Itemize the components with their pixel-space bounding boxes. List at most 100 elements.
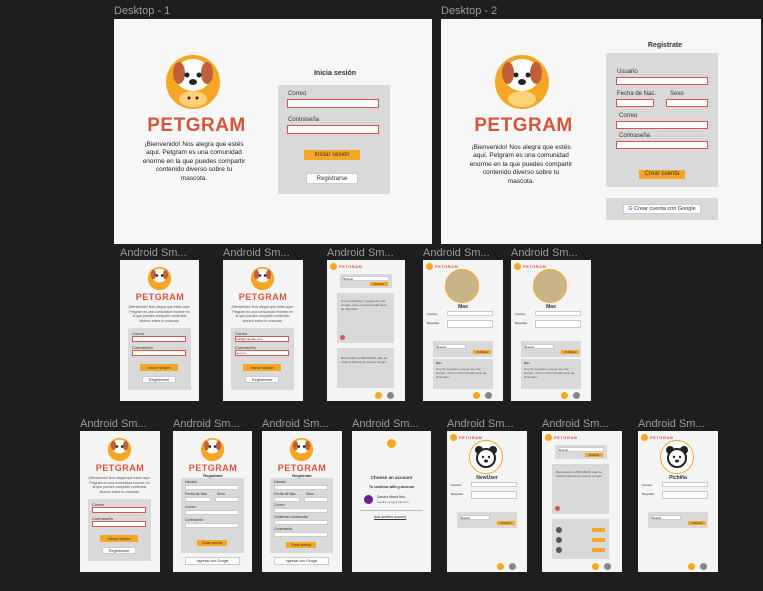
- follow-button[interactable]: [592, 548, 605, 552]
- follow-button[interactable]: [592, 538, 605, 542]
- search-input[interactable]: Buscar: [651, 515, 681, 520]
- home-icon[interactable]: [561, 392, 568, 399]
- add-account-link[interactable]: Add another account: [374, 515, 406, 519]
- frame-label-desktop-2[interactable]: Desktop - 2: [441, 5, 497, 17]
- frame-label-android[interactable]: Android Sm...: [447, 418, 514, 430]
- password-field[interactable]: [185, 523, 239, 528]
- google-icon: G: [628, 206, 633, 212]
- register-button[interactable]: Registrarse: [102, 547, 136, 554]
- bio-field[interactable]: [535, 320, 581, 328]
- frame-label-android[interactable]: Android Sm...: [262, 418, 329, 430]
- email-field[interactable]: mail@example.com: [235, 336, 289, 342]
- password-field[interactable]: [287, 125, 379, 134]
- home-icon[interactable]: [375, 392, 382, 399]
- frame-label-android[interactable]: Android Sm...: [223, 247, 290, 259]
- publish-button[interactable]: Publicar: [370, 282, 388, 286]
- profile-icon[interactable]: [700, 563, 707, 570]
- frame-label-android[interactable]: Android Sm...: [327, 247, 394, 259]
- search-input[interactable]: Buscar: [558, 447, 604, 452]
- password-label: Contraseña: [185, 518, 204, 522]
- profile-icon[interactable]: [387, 392, 394, 399]
- username-field[interactable]: [662, 482, 708, 487]
- username-field[interactable]: [447, 311, 493, 316]
- publish-button[interactable]: Publicar: [473, 350, 491, 354]
- password-field[interactable]: [616, 141, 708, 149]
- user-field[interactable]: [185, 485, 239, 490]
- frame-label-android[interactable]: Android Sm...: [352, 418, 419, 430]
- heart-icon[interactable]: [555, 506, 560, 511]
- user-label: Usuario: [274, 480, 287, 484]
- email-field[interactable]: [185, 510, 239, 515]
- frame-label-android[interactable]: Android Sm...: [80, 418, 147, 430]
- publish-button[interactable]: Publicar: [497, 521, 515, 525]
- bio-field[interactable]: [447, 320, 493, 328]
- frame-label-android[interactable]: Android Sm...: [120, 247, 187, 259]
- profile-icon[interactable]: [604, 563, 611, 570]
- profile-icon[interactable]: [509, 563, 516, 570]
- bio-field[interactable]: [471, 491, 517, 499]
- register-button[interactable]: Registrarse: [245, 376, 279, 383]
- frame-label-android[interactable]: Android Sm...: [173, 418, 240, 430]
- login-button[interactable]: Iniciar sesión: [243, 364, 281, 371]
- birth-field[interactable]: [185, 497, 211, 502]
- user-field[interactable]: [616, 77, 708, 85]
- profile-icon[interactable]: [573, 392, 580, 399]
- google-login-button[interactable]: Ingresar con Google: [274, 557, 329, 565]
- password-field[interactable]: ••••••••••: [235, 350, 289, 356]
- heart-icon[interactable]: [340, 335, 345, 340]
- password-field[interactable]: [92, 521, 146, 527]
- birth-field[interactable]: [274, 497, 300, 502]
- email-field[interactable]: [616, 121, 708, 129]
- login-button[interactable]: Iniciar sesión: [100, 535, 138, 542]
- publish-button[interactable]: Publicar: [561, 350, 579, 354]
- sex-field[interactable]: [666, 99, 708, 107]
- sex-field[interactable]: [215, 497, 239, 502]
- home-icon[interactable]: [592, 563, 599, 570]
- email-field[interactable]: [132, 336, 186, 342]
- publish-button[interactable]: Publicar: [688, 521, 706, 525]
- follow-button[interactable]: [592, 528, 605, 532]
- email-field[interactable]: [274, 508, 328, 513]
- create-account-button[interactable]: Crear cuenta: [197, 540, 227, 546]
- sex-field[interactable]: [304, 497, 328, 502]
- google-signup-button[interactable]: G Crear cuenta con Google: [623, 204, 701, 214]
- frame-label-android[interactable]: Android Sm...: [423, 247, 490, 259]
- petgram-logo-icon: [250, 266, 275, 291]
- email-field[interactable]: [92, 507, 146, 513]
- user-field[interactable]: [274, 485, 328, 490]
- password-field[interactable]: [274, 532, 328, 537]
- brand-title: PETGRAM: [147, 115, 246, 136]
- google-login-button[interactable]: Ingresar con Google: [185, 557, 240, 565]
- account-name[interactable]: Sandra María Mor.: [377, 495, 406, 499]
- create-account-button[interactable]: Crear cuenta: [639, 170, 685, 179]
- search-input[interactable]: Buscar: [460, 515, 490, 520]
- email-field[interactable]: [287, 99, 379, 108]
- login-button[interactable]: Iniciar sesión: [304, 150, 360, 160]
- frame-label-android[interactable]: Android Sm...: [511, 247, 578, 259]
- home-icon[interactable]: [473, 392, 480, 399]
- frame-label-android[interactable]: Android Sm...: [638, 418, 705, 430]
- birth-field[interactable]: [616, 99, 654, 107]
- register-button[interactable]: Registrarse: [306, 173, 358, 184]
- avatar: [533, 269, 567, 303]
- profile-icon[interactable]: [485, 392, 492, 399]
- confirm-field[interactable]: [274, 520, 328, 525]
- search-input[interactable]: Buscar: [524, 344, 554, 349]
- password-field[interactable]: [132, 350, 186, 356]
- login-button[interactable]: Iniciar sesión: [140, 364, 178, 371]
- avatar: [364, 495, 373, 504]
- brand-title: PETGRAM: [188, 463, 238, 473]
- home-icon[interactable]: [497, 563, 504, 570]
- publish-button[interactable]: Publicar: [585, 453, 603, 457]
- bio-field[interactable]: [662, 491, 708, 499]
- frame-label-android[interactable]: Android Sm...: [542, 418, 609, 430]
- search-input[interactable]: Buscar: [343, 276, 389, 281]
- home-icon[interactable]: [688, 563, 695, 570]
- create-account-button[interactable]: Crear cuenta: [286, 542, 316, 548]
- brand-small: PETGRAM: [435, 264, 459, 269]
- username-field[interactable]: [535, 311, 581, 316]
- username-field[interactable]: [471, 482, 517, 487]
- frame-label-desktop-1[interactable]: Desktop - 1: [114, 5, 170, 17]
- search-input[interactable]: Buscar: [436, 344, 466, 349]
- register-button[interactable]: Registrarse: [142, 376, 176, 383]
